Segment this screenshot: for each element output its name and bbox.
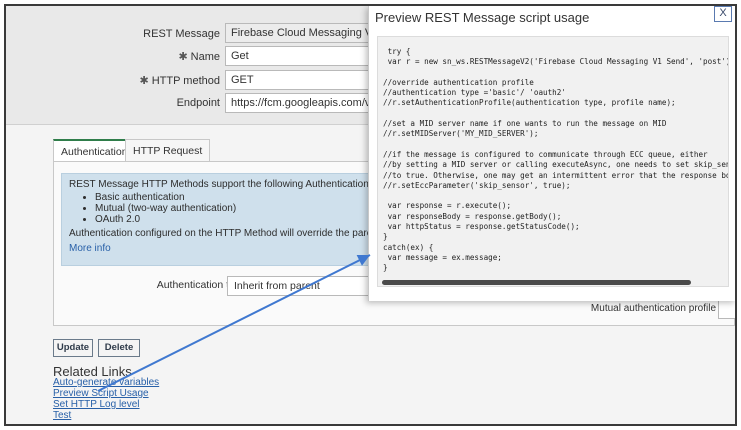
arrow-line <box>97 254 371 392</box>
screenshot-frame: REST Message Firebase Cloud Messaging V1… <box>4 4 737 426</box>
annotation-arrow <box>97 254 371 392</box>
